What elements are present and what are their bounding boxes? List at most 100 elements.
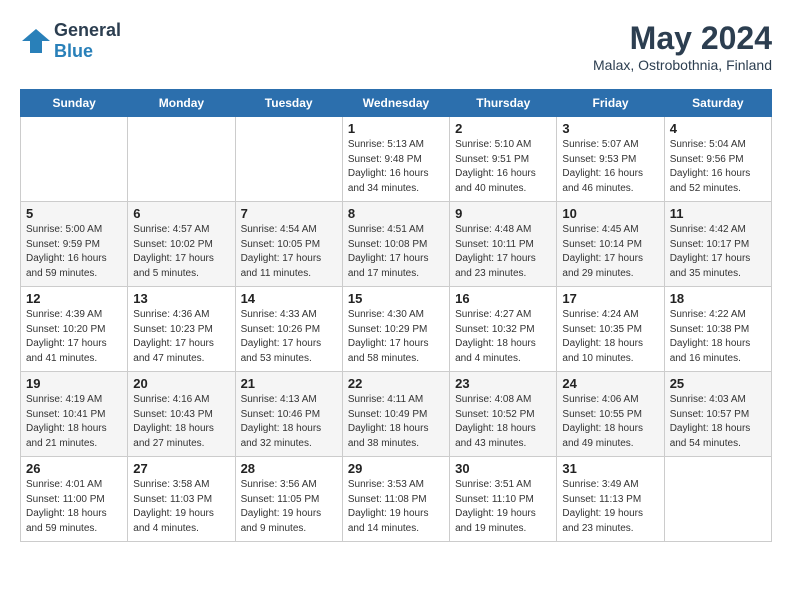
day-number: 26 [26,461,122,476]
calendar-cell: 20 Sunrise: 4:16 AMSunset: 10:43 PMDaylig… [128,372,235,457]
day-info: Sunrise: 5:13 AMSunset: 9:48 PMDaylight:… [348,138,444,196]
month-year-title: May 2024 [593,20,772,57]
day-info: Sunrise: 3:51 AMSunset: 11:10 PMDaylight… [455,478,551,536]
week-row-2: 5Sunrise: 5:00 AMSunset: 9:59 PMDaylight… [21,202,772,287]
calendar-cell [21,117,128,202]
day-number: 7 [241,206,337,221]
weekday-header-friday: Friday [557,90,664,117]
logo-text-general: General [54,20,121,40]
calendar-cell: 10 Sunrise: 4:45 AMSunset: 10:14 PMDaylig… [557,202,664,287]
calendar-cell: 14Sunrise: 4:33 AMSunset: 10:26 PMDaylig… [235,287,342,372]
calendar-cell: 4 Sunrise: 5:04 AMSunset: 9:56 PMDaylight… [664,117,771,202]
calendar-cell: 15 Sunrise: 4:30 AMSunset: 10:29 PMDaylig… [342,287,449,372]
logo: General Blue [20,20,121,62]
calendar-cell: 2 Sunrise: 5:10 AMSunset: 9:51 PMDaylight… [450,117,557,202]
day-number: 28 [241,461,337,476]
day-info: Sunrise: 4:30 AMSunset: 10:29 PMDaylight… [348,308,444,366]
weekday-header-wednesday: Wednesday [342,90,449,117]
calendar-table: SundayMondayTuesdayWednesdayThursdayFrid… [20,89,772,542]
calendar-cell: 22Sunrise: 4:11 AMSunset: 10:49 PMDaylig… [342,372,449,457]
calendar-cell: 18 Sunrise: 4:22 AMSunset: 10:38 PMDaylig… [664,287,771,372]
day-info: Sunrise: 3:53 AMSunset: 11:08 PMDaylight… [348,478,444,536]
weekday-header-row: SundayMondayTuesdayWednesdayThursdayFrid… [21,90,772,117]
day-number: 11 [670,206,766,221]
calendar-cell: 1 Sunrise: 5:13 AMSunset: 9:48 PMDaylight… [342,117,449,202]
calendar-cell [128,117,235,202]
calendar-cell: 7 Sunrise: 4:54 AMSunset: 10:05 PMDayligh… [235,202,342,287]
day-number: 2 [455,121,551,136]
calendar-cell: 31 Sunrise: 3:49 AMSunset: 11:13 PMDaylig… [557,457,664,542]
day-number: 18 [670,291,766,306]
day-info: Sunrise: 4:22 AMSunset: 10:38 PMDaylight… [670,308,766,366]
day-info: Sunrise: 4:08 AMSunset: 10:52 PMDaylight… [455,393,551,451]
day-number: 24 [562,376,658,391]
calendar-cell: 12 Sunrise: 4:39 AMSunset: 10:20 PMDaylig… [21,287,128,372]
day-number: 23 [455,376,551,391]
day-number: 15 [348,291,444,306]
day-number: 31 [562,461,658,476]
day-info: Sunrise: 4:54 AMSunset: 10:05 PMDaylight… [241,223,337,281]
calendar-cell: 25 Sunrise: 4:03 AMSunset: 10:57 PMDaylig… [664,372,771,457]
day-number: 19 [26,376,122,391]
day-info: Sunrise: 4:03 AMSunset: 10:57 PMDaylight… [670,393,766,451]
day-info: Sunrise: 5:07 AMSunset: 9:53 PMDaylight:… [562,138,658,196]
day-number: 13 [133,291,229,306]
calendar-cell: 8 Sunrise: 4:51 AMSunset: 10:08 PMDayligh… [342,202,449,287]
week-row-5: 26 Sunrise: 4:01 AMSunset: 11:00 PMDaylig… [21,457,772,542]
calendar-cell: 24 Sunrise: 4:06 AMSunset: 10:55 PMDaylig… [557,372,664,457]
day-info: Sunrise: 4:06 AMSunset: 10:55 PMDaylight… [562,393,658,451]
day-number: 25 [670,376,766,391]
calendar-cell: 9Sunrise: 4:48 AMSunset: 10:11 PMDayligh… [450,202,557,287]
day-info: Sunrise: 4:11 AMSunset: 10:49 PMDaylight… [348,393,444,451]
calendar-cell: 5Sunrise: 5:00 AMSunset: 9:59 PMDaylight… [21,202,128,287]
day-info: Sunrise: 4:24 AMSunset: 10:35 PMDaylight… [562,308,658,366]
page-header: General Blue May 2024 Malax, Ostrobothni… [20,20,772,73]
weekday-header-saturday: Saturday [664,90,771,117]
day-number: 10 [562,206,658,221]
day-number: 6 [133,206,229,221]
day-info: Sunrise: 4:45 AMSunset: 10:14 PMDaylight… [562,223,658,281]
day-number: 12 [26,291,122,306]
calendar-cell: 17Sunrise: 4:24 AMSunset: 10:35 PMDaylig… [557,287,664,372]
day-number: 4 [670,121,766,136]
day-info: Sunrise: 3:56 AMSunset: 11:05 PMDaylight… [241,478,337,536]
day-info: Sunrise: 3:49 AMSunset: 11:13 PMDaylight… [562,478,658,536]
day-number: 3 [562,121,658,136]
day-number: 20 [133,376,229,391]
calendar-cell: 27 Sunrise: 3:58 AMSunset: 11:03 PMDaylig… [128,457,235,542]
week-row-1: 1 Sunrise: 5:13 AMSunset: 9:48 PMDaylight… [21,117,772,202]
day-number: 5 [26,206,122,221]
calendar-cell: 21Sunrise: 4:13 AMSunset: 10:46 PMDaylig… [235,372,342,457]
logo-text-blue: Blue [54,41,93,61]
calendar-cell: 16 Sunrise: 4:27 AMSunset: 10:32 PMDaylig… [450,287,557,372]
calendar-cell: 19Sunrise: 4:19 AMSunset: 10:41 PMDaylig… [21,372,128,457]
title-block: May 2024 Malax, Ostrobothnia, Finland [593,20,772,73]
day-info: Sunrise: 4:36 AMSunset: 10:23 PMDaylight… [133,308,229,366]
day-number: 27 [133,461,229,476]
calendar-cell: 3 Sunrise: 5:07 AMSunset: 9:53 PMDaylight… [557,117,664,202]
calendar-cell: 11 Sunrise: 4:42 AMSunset: 10:17 PMDaylig… [664,202,771,287]
day-info: Sunrise: 4:27 AMSunset: 10:32 PMDaylight… [455,308,551,366]
weekday-header-sunday: Sunday [21,90,128,117]
day-info: Sunrise: 4:13 AMSunset: 10:46 PMDaylight… [241,393,337,451]
calendar-cell [664,457,771,542]
day-info: Sunrise: 3:58 AMSunset: 11:03 PMDaylight… [133,478,229,536]
calendar-cell: 13 Sunrise: 4:36 AMSunset: 10:23 PMDaylig… [128,287,235,372]
day-info: Sunrise: 5:10 AMSunset: 9:51 PMDaylight:… [455,138,551,196]
day-number: 30 [455,461,551,476]
day-info: Sunrise: 4:51 AMSunset: 10:08 PMDaylight… [348,223,444,281]
calendar-cell: 23 Sunrise: 4:08 AMSunset: 10:52 PMDaylig… [450,372,557,457]
day-info: Sunrise: 4:42 AMSunset: 10:17 PMDaylight… [670,223,766,281]
day-number: 8 [348,206,444,221]
weekday-header-thursday: Thursday [450,90,557,117]
calendar-cell: 28 Sunrise: 3:56 AMSunset: 11:05 PMDaylig… [235,457,342,542]
day-number: 16 [455,291,551,306]
day-info: Sunrise: 4:16 AMSunset: 10:43 PMDaylight… [133,393,229,451]
day-info: Sunrise: 4:01 AMSunset: 11:00 PMDaylight… [26,478,122,536]
day-info: Sunrise: 5:04 AMSunset: 9:56 PMDaylight:… [670,138,766,196]
location-subtitle: Malax, Ostrobothnia, Finland [593,57,772,73]
day-info: Sunrise: 4:39 AMSunset: 10:20 PMDaylight… [26,308,122,366]
day-number: 1 [348,121,444,136]
day-number: 14 [241,291,337,306]
day-number: 9 [455,206,551,221]
